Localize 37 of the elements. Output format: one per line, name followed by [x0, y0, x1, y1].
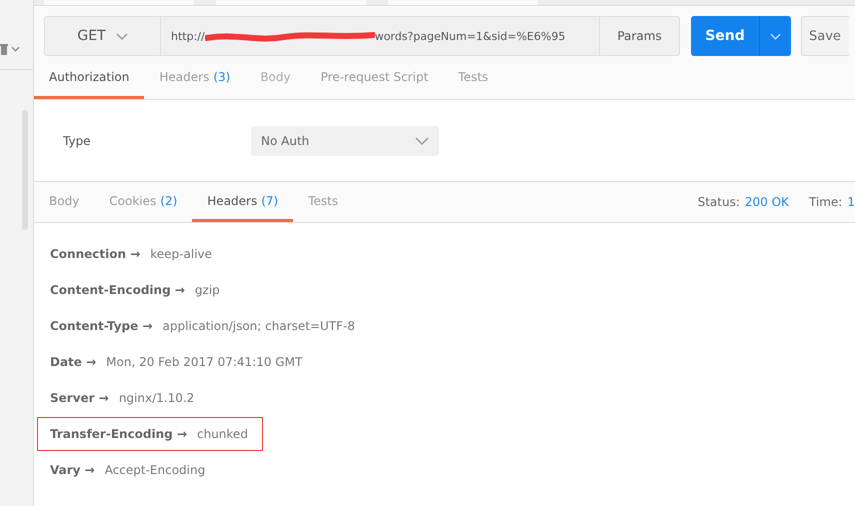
request-tab[interactable]: Tests [443, 58, 504, 99]
response-tab[interactable]: Tests [293, 182, 354, 222]
url-field[interactable]: http:// words?pageNum=1&sid=%E6%95 [160, 16, 600, 56]
header-value: keep-alive [150, 247, 212, 261]
header-value: Mon, 20 Feb 2017 07:41:10 GMT [106, 355, 302, 369]
time-label: Time: [808, 195, 842, 209]
header-value: nginx/1.10.2 [118, 391, 194, 405]
request-tab[interactable]: Pre-request Script [306, 58, 444, 99]
request-tab[interactable]: Headers (3) [144, 58, 246, 99]
header-name: Transfer-Encoding → [50, 427, 187, 441]
header-name: Vary → [50, 463, 95, 477]
status-value: 200 OK [744, 195, 789, 209]
chevron-down-icon [116, 32, 128, 40]
response-tab[interactable]: Headers (7) [192, 182, 294, 222]
header-value: chunked [197, 427, 248, 441]
response-tab[interactable]: Body [34, 182, 94, 222]
trash-icon[interactable] [0, 43, 8, 55]
chevron-down-icon [415, 136, 429, 144]
header-value: Accept-Encoding [104, 463, 206, 477]
header-value: application/json; charset=UTF-8 [162, 319, 356, 333]
header-name: Date → [50, 355, 96, 369]
request-tab[interactable]: Authorization [34, 58, 144, 99]
response-tab[interactable]: Cookies (2) [94, 182, 192, 222]
header-name: Connection → [50, 247, 140, 261]
auth-type-dropdown[interactable]: No Auth [251, 126, 439, 156]
save-button[interactable]: Save [801, 16, 849, 56]
header-name: Server → [50, 391, 109, 405]
status-label: Status: [698, 195, 740, 209]
header-name: Content-Type → [50, 319, 153, 333]
method-dropdown[interactable]: GET [44, 16, 160, 56]
type-label: Type [63, 134, 92, 148]
time-value: 1 [847, 195, 855, 209]
params-button[interactable]: Params [600, 16, 680, 56]
chevron-down-icon[interactable] [11, 46, 20, 52]
header-value: gzip [194, 283, 220, 297]
header-name: Content-Encoding → [50, 283, 185, 297]
send-button[interactable]: Send [691, 16, 791, 56]
